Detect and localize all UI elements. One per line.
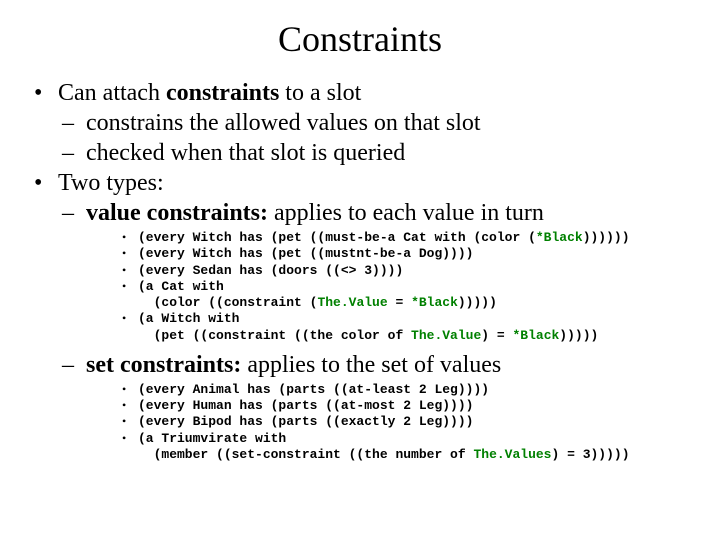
kw-black: *Black [512,328,559,343]
bullet-2-sublist: value constraints: applies to each value… [58,198,690,463]
value-constraints-label: value constraints: [86,200,268,226]
bullet-1-sub-1: constrains the allowed values on that sl… [58,108,690,138]
bullet-1-sublist: constrains the allowed values on that sl… [58,108,690,168]
bullet-2: Two types: value constraints: applies to… [30,168,690,463]
vc-line-5: (a Witch with (pet ((constraint ((the co… [122,311,690,344]
value-constraints-code: (every Witch has (pet ((must-be-a Cat wi… [86,230,690,344]
sc-line-2: (every Human has (parts ((at-most 2 Leg)… [122,398,690,414]
vc-line-4: (a Cat with (color ((constraint (The.Val… [122,279,690,312]
vc-line-2: (every Witch has (pet ((mustnt-be-a Dog)… [122,246,690,262]
bullet-2-text: Two types: [58,170,164,196]
slide: Constraints Can attach constraints to a … [0,0,720,540]
set-constraints-label: set constraints: [86,352,241,378]
sc-line-3: (every Bipod has (parts ((exactly 2 Leg)… [122,414,690,430]
bullet-list: Can attach constraints to a slot constra… [30,78,690,463]
kw-black: *Black [536,230,583,245]
bullet-1: Can attach constraints to a slot constra… [30,78,690,168]
bullet-1-bold: constraints [166,80,279,106]
set-constraints-code: (every Animal has (parts ((at-least 2 Le… [86,382,690,463]
kw-thevalue: The.Value [411,328,481,343]
value-constraints-post: applies to each value in turn [268,200,544,226]
sc-line-1: (every Animal has (parts ((at-least 2 Le… [122,382,690,398]
kw-black: *Black [411,295,458,310]
set-constraints-post: applies to the set of values [241,352,501,378]
kw-thevalue: The.Value [317,295,387,310]
sc-line-4: (a Triumvirate with (member ((set-constr… [122,431,690,464]
bullet-1-post: to a slot [279,80,361,106]
value-constraints-item: value constraints: applies to each value… [58,198,690,344]
kw-thevalues: The.Values [473,447,551,462]
bullet-1-pre: Can attach [58,80,166,106]
vc-line-1: (every Witch has (pet ((must-be-a Cat wi… [122,230,690,246]
slide-title: Constraints [30,18,690,60]
bullet-1-sub-2: checked when that slot is queried [58,138,690,168]
set-constraints-item: set constraints: applies to the set of v… [58,350,690,463]
vc-line-3: (every Sedan has (doors ((<> 3)))) [122,263,690,279]
